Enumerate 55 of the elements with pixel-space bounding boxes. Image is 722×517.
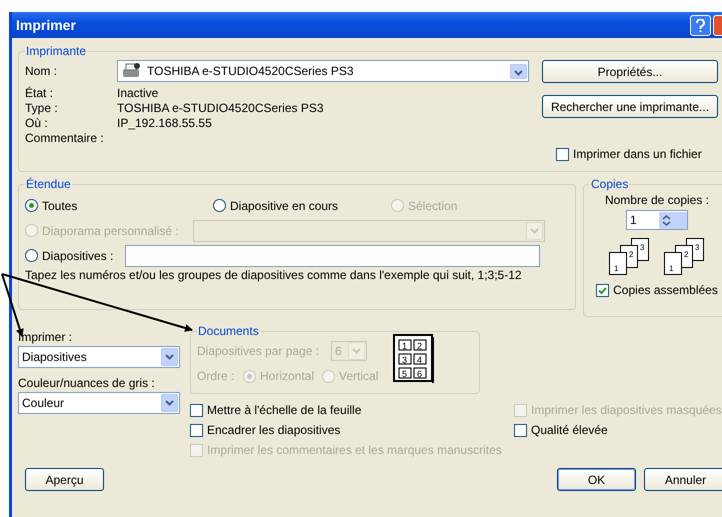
field-label: Couleur/nuances de gris :: [18, 376, 156, 390]
radio-label: Toutes: [42, 198, 78, 212]
find-printer-button[interactable]: Rechercher une imprimante...: [542, 95, 718, 118]
checkbox[interactable]: [556, 148, 569, 160]
radio-button[interactable]: [213, 199, 226, 212]
field-value: Inactive: [117, 86, 160, 101]
preview-button[interactable]: Aperçu: [25, 468, 104, 491]
hint-text: Tapez les numéros et/ou les groupes de diapositives comme dans l'exemple qui suit, 1;3;5-12: [25, 268, 523, 282]
question-mark-icon: [696, 18, 705, 32]
checkbox-label: Copies assemblées: [613, 283, 718, 297]
printer-dropdown[interactable]: TOSHIBA e-STUDIO4520CSeries PS3: [117, 60, 529, 82]
slides-field[interactable]: [125, 244, 540, 266]
field-label: Où :: [25, 116, 49, 131]
checkbox-label: Imprimer dans un fichier: [573, 147, 702, 161]
field-value: TOSHIBA e-STUDIO4520CSeries PS3: [117, 101, 325, 116]
print-what-dropdown[interactable]: Diapositives: [18, 346, 180, 368]
radio-label: Horizontal: [260, 369, 314, 383]
checkbox-label: Encadrer les diapositives: [207, 423, 340, 437]
radio-button[interactable]: [25, 249, 38, 262]
checkbox-label: Qualité élevée: [531, 423, 608, 437]
field-label: Type :: [25, 101, 59, 116]
radio-label: Diapositives :: [42, 248, 114, 262]
radio-label: Sélection: [408, 198, 458, 212]
color-dropdown[interactable]: Couleur: [18, 392, 180, 414]
field-label: Nombre de copies :: [604, 193, 710, 207]
handout-layout-icon: 1 2 3 4 5 6: [393, 334, 435, 384]
field-label: Commentaire :: [25, 131, 105, 146]
field-label: Imprimer :: [18, 330, 73, 344]
radio-label: Diaporama personnalisé :: [42, 224, 179, 238]
checkbox-label: Imprimer les commentaires et les marques manuscrites: [207, 443, 502, 457]
field-label: Nom :: [25, 63, 58, 80]
group-title: Imprimante: [25, 44, 88, 58]
group-title: Documents: [197, 324, 260, 338]
field-label: État :: [25, 86, 54, 101]
checkbox[interactable]: [514, 424, 527, 436]
properties-button[interactable]: Propriétés...: [542, 60, 718, 83]
radio-button[interactable]: [25, 199, 38, 212]
group-title: Étendue: [25, 177, 72, 191]
printer-icon: [121, 62, 141, 80]
checkbox-label: Mettre à l'échelle de la feuille: [207, 403, 362, 417]
radio-label: Vertical: [339, 369, 378, 383]
radio-label: Diapositive en cours: [230, 198, 338, 212]
help-button[interactable]: [690, 14, 711, 36]
window-title: Imprimer: [16, 17, 76, 33]
checkbox-label: Imprimer les diapositives masquées: [531, 403, 722, 417]
checkbox[interactable]: [190, 404, 203, 416]
copies-spinner[interactable]: 1: [626, 210, 688, 230]
group-title: Copies: [590, 177, 630, 191]
field-label: Ordre :: [197, 369, 236, 383]
field-label: Diapositives par page :: [197, 344, 320, 358]
checkbox[interactable]: [190, 424, 203, 436]
cancel-button[interactable]: Annuler: [644, 468, 722, 491]
checkbox[interactable]: [596, 284, 610, 296]
field-value: IP_192.168.55.55: [117, 116, 213, 131]
ok-button[interactable]: OK: [557, 468, 636, 491]
